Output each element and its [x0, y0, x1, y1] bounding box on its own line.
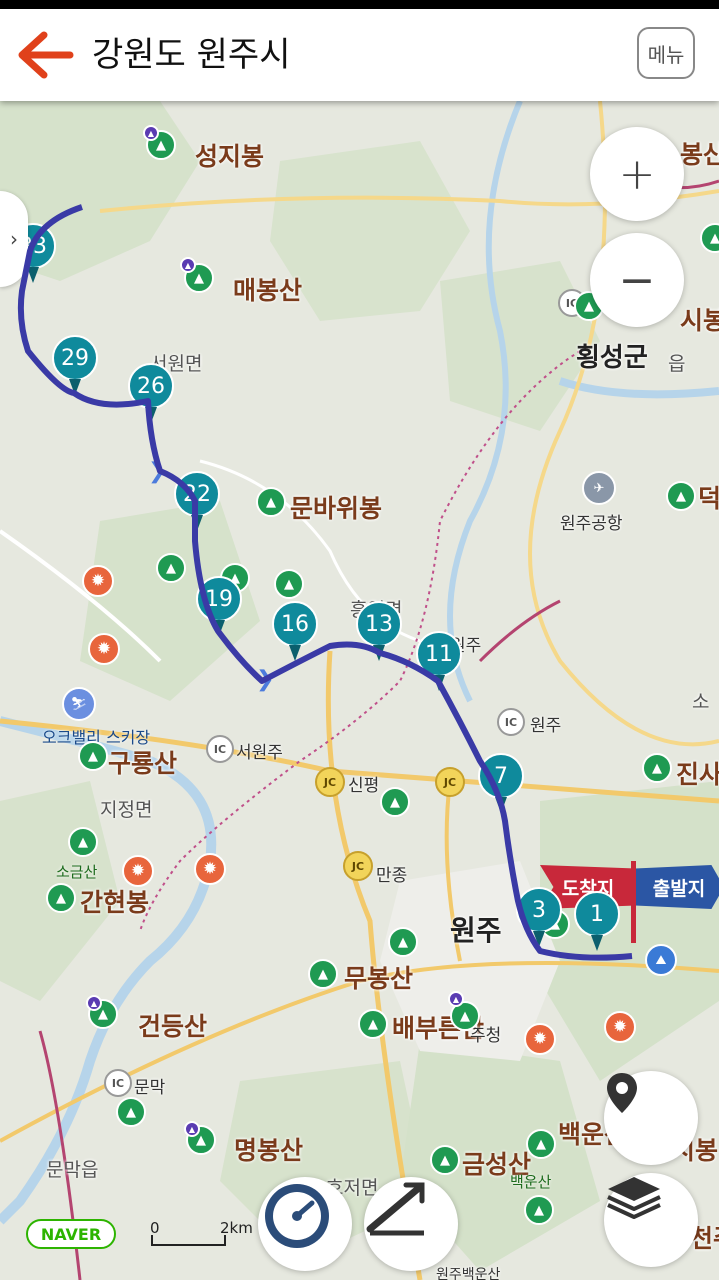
page-title: 강원도 원주시 — [92, 35, 291, 75]
top-bar: 강원도 원주시 메뉴 — [0, 9, 719, 101]
map-view[interactable]: 성지봉 매봉산 서원면 문바위봉 흥업면 원주 원주 서원주 신평 만종 원주 … — [0, 101, 719, 1280]
menu-button[interactable]: 메뉴 — [637, 27, 695, 79]
back-button[interactable] — [14, 29, 76, 81]
status-bar — [0, 0, 719, 9]
route-line — [17, 204, 633, 961]
back-arrow-icon — [18, 31, 74, 79]
